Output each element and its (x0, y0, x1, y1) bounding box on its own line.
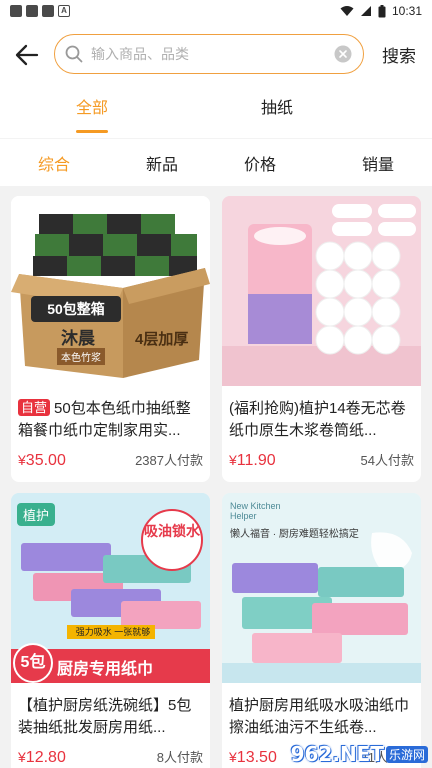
brand-label: 沐晨 (61, 329, 95, 348)
sort-new[interactable]: 新品 (146, 151, 178, 175)
category-tabs: 全部 抽纸 (0, 88, 432, 138)
watermark-sub: 乐游网 (385, 745, 428, 763)
clear-icon (334, 45, 352, 63)
sort-sales[interactable]: 销量 (362, 151, 394, 175)
wifi-icon (340, 6, 354, 16)
search-header: 搜索 (0, 22, 432, 88)
back-button[interactable] (2, 30, 52, 80)
product-title: 自营 50包本色纸巾抽纸整箱餐巾纸巾定制家用实... (18, 399, 191, 439)
product-image: 植护 吸油锁水 强力吸水 一张就够 5包 厨房专用纸巾 (11, 493, 210, 683)
sort-price[interactable]: 价格 (244, 151, 276, 175)
product-grid: 50包整箱 沐晨 本色竹浆 4层加厚 自营 50包本色纸巾抽纸整箱餐巾纸巾定制家用… (0, 186, 432, 768)
box-label: 50包整箱 (31, 296, 121, 322)
sub-label: 本色竹浆 (57, 348, 105, 365)
product-price: ¥12.80 (18, 749, 66, 766)
app-notification-icon (26, 5, 38, 17)
sort-bar: 综合 新品 价格 销量 (0, 138, 432, 186)
product-price: ¥13.50 (229, 749, 277, 766)
site-watermark: 962.NET 乐游网 (291, 742, 428, 766)
sales-count: 54人付款 (360, 453, 414, 468)
side-label: 4层加厚 (135, 331, 189, 348)
count-label: 5包 (13, 643, 53, 683)
clear-search-button[interactable] (333, 44, 353, 64)
search-input[interactable] (91, 46, 333, 62)
app-notification-icon (10, 5, 22, 17)
slogan-label: 懒人福音 · 厨房难题轻松搞定 (230, 529, 359, 540)
product-card[interactable]: 植护 吸油锁水 强力吸水 一张就够 5包 厨房专用纸巾 【植护厨房纸洗碗纸】5包… (11, 493, 210, 768)
oil-absorb-label: 吸油锁水 (141, 509, 203, 571)
product-card[interactable]: 50包整箱 沐晨 本色竹浆 4层加厚 自营 50包本色纸巾抽纸整箱餐巾纸巾定制家用… (11, 196, 210, 482)
back-arrow-icon (15, 44, 39, 66)
app-notification-icon (42, 5, 54, 17)
product-title: (福利抢购)植护14卷无芯卷纸巾原生木浆卷筒纸... (229, 400, 406, 439)
signal-icon (360, 6, 371, 16)
search-icon (65, 45, 83, 63)
banner-label: 厨房专用纸巾 (57, 661, 154, 678)
status-bar: A 10:31 (0, 0, 432, 22)
search-button[interactable]: 搜索 (382, 42, 416, 67)
strip-label: 强力吸水 一张就够 (75, 627, 151, 637)
tab-all[interactable]: 全部 (76, 94, 108, 118)
product-image (222, 196, 421, 386)
battery-icon (378, 4, 386, 17)
search-box[interactable] (54, 34, 364, 74)
english-label: New Kitchen Helper (230, 501, 281, 521)
self-operated-badge: 自营 (18, 399, 51, 416)
sales-count: 8人付款 (156, 750, 203, 765)
tab-tissue[interactable]: 抽纸 (261, 94, 293, 118)
product-image: 50包整箱 沐晨 本色竹浆 4层加厚 (11, 196, 210, 386)
watermark-text: 962.NET (290, 742, 384, 766)
product-card[interactable]: (福利抢购)植护14卷无芯卷纸巾原生木浆卷筒纸... ¥11.90 54人付款 (222, 196, 421, 482)
brand-label: 植护 (17, 503, 56, 526)
status-time: 10:31 (391, 4, 422, 18)
product-title: 【植护厨房纸洗碗纸】5包装抽纸批发厨房用纸... (18, 697, 192, 736)
active-tab-indicator (76, 130, 108, 133)
sales-count: 2387人付款 (135, 453, 203, 468)
product-price: ¥35.00 (18, 452, 66, 469)
sort-comprehensive[interactable]: 综合 (38, 151, 70, 175)
product-price: ¥11.90 (229, 452, 276, 469)
product-card[interactable]: New Kitchen Helper 懒人福音 · 厨房难题轻松搞定 植护厨房用… (222, 493, 421, 768)
a-notification-icon: A (58, 5, 70, 17)
notification-icons: A (10, 5, 70, 17)
product-title: 植护厨房用纸吸水吸油纸巾擦油纸油污不生纸卷... (229, 697, 410, 736)
product-image: New Kitchen Helper 懒人福音 · 厨房难题轻松搞定 (222, 493, 421, 683)
